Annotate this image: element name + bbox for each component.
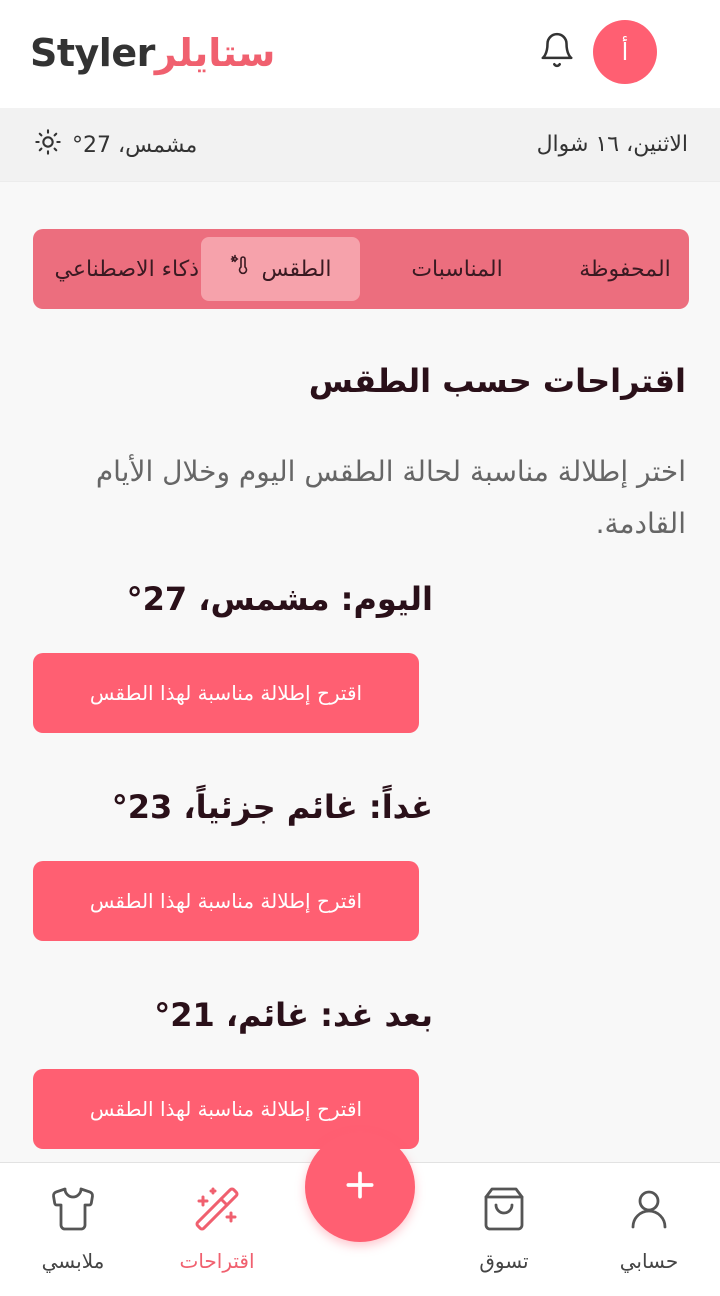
avatar-initial: أ	[621, 38, 629, 66]
logo-text-ar: ستايلر	[154, 31, 276, 75]
page-title: اقتراحات حسب الطقس	[308, 362, 686, 400]
avatar[interactable]: أ	[593, 20, 657, 84]
category-tabs: المحفوظة المناسبات الطقس ذكاء الاصطناعي	[33, 229, 689, 309]
nav-item-shop[interactable]: تسوق	[444, 1185, 564, 1285]
weather-text: مشمس، 27°	[72, 132, 198, 158]
day-title-today: اليوم: مشمس، 27°	[126, 580, 433, 618]
nav-item-account[interactable]: حسابي	[589, 1185, 709, 1285]
nav-item-wardrobe[interactable]: ملابسي	[13, 1185, 133, 1285]
day-title-after-tomorrow: بعد غد: غائم، 21°	[154, 996, 433, 1034]
thermometer-sun-icon	[229, 254, 253, 284]
nav-label: اقتراحات	[179, 1249, 255, 1273]
notifications-bell-icon[interactable]	[536, 28, 578, 72]
tab-weather[interactable]: الطقس	[201, 237, 360, 301]
info-bar: مشمس، 27° الاثنين، ١٦ شوال	[0, 108, 720, 182]
tab-saved[interactable]: المحفوظة	[561, 237, 689, 301]
magic-wand-icon	[193, 1185, 241, 1237]
tab-occasions[interactable]: المناسبات	[385, 237, 529, 301]
nav-label: تسوق	[479, 1249, 529, 1273]
suggest-outfit-button[interactable]: اقترح إطلالة مناسبة لهذا الطقس	[33, 653, 419, 733]
shirt-icon	[49, 1185, 97, 1237]
nav-label: حسابي	[619, 1249, 679, 1273]
tab-label: الطقس	[261, 256, 332, 282]
current-date: الاثنين، ١٦ شوال	[536, 132, 688, 157]
current-weather: مشمس، 27°	[34, 108, 197, 182]
add-button[interactable]	[305, 1132, 415, 1242]
app-header: Styler ستايلر أ	[0, 0, 720, 108]
plus-icon	[340, 1165, 380, 1209]
page-description: اختر إطلالة مناسبة لحالة الطقس اليوم وخل…	[95, 455, 686, 540]
suggest-outfit-button[interactable]: اقترح إطلالة مناسبة لهذا الطقس	[33, 861, 419, 941]
logo-text-en: Styler	[30, 31, 155, 75]
nav-item-suggestions[interactable]: اقتراحات	[157, 1185, 277, 1285]
app-logo[interactable]: Styler ستايلر	[30, 28, 276, 78]
shopping-bag-icon	[480, 1185, 528, 1237]
tab-ai[interactable]: ذكاء الاصطناعي	[33, 237, 201, 301]
day-title-tomorrow: غداً: غائم جزئياً، 23°	[111, 788, 433, 826]
user-icon	[625, 1185, 673, 1237]
tab-label: ذكاء الاصطناعي	[54, 256, 199, 282]
sun-icon	[34, 128, 62, 162]
tab-label: المحفوظة	[579, 256, 671, 282]
nav-label: ملابسي	[41, 1249, 105, 1273]
tab-label: المناسبات	[411, 256, 503, 282]
